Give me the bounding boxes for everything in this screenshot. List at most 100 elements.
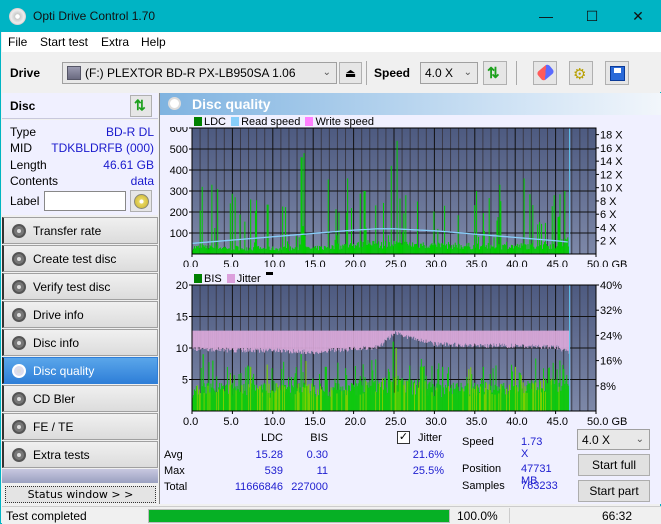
nav-cd-bler[interactable]: CD Bler — [2, 385, 158, 412]
ldc-bar — [425, 245, 427, 254]
bis-bar — [414, 383, 416, 411]
disc-header: Disc ⇅ — [2, 93, 158, 119]
nav-extra-tests[interactable]: Extra tests — [2, 441, 158, 468]
drive-select[interactable]: (F:) PLEXTOR BD-R PX-LB950SA 1.06 ⌄ — [62, 62, 337, 84]
bis-bar — [546, 391, 548, 411]
erase-button[interactable] — [533, 61, 557, 85]
bis-bar — [473, 392, 475, 411]
ldc-bar — [356, 242, 358, 254]
ldc-bar — [466, 243, 468, 254]
ldc-bar — [336, 235, 338, 254]
bis-bar — [350, 391, 352, 411]
nav-verify-test-disc[interactable]: Verify test disc — [2, 273, 158, 300]
legend-swatch-write-speed — [305, 117, 314, 126]
bis-bar — [406, 381, 408, 411]
disc-label-input[interactable] — [44, 191, 126, 211]
nav-drive-info[interactable]: Drive info — [2, 301, 158, 328]
bis-bar — [309, 393, 311, 411]
maximize-button[interactable]: ☐ — [569, 1, 615, 32]
bis-bar — [276, 383, 278, 411]
ldc-bar — [560, 241, 562, 254]
ldc-bar — [442, 243, 444, 254]
minimize-button[interactable]: — — [523, 1, 569, 32]
start-part-button[interactable]: Start part — [578, 480, 650, 502]
bis-bar — [341, 391, 343, 411]
disc-quality-panel: Disc quality LDC Read speed Write speed … — [159, 93, 661, 504]
bis-bar — [458, 392, 460, 411]
disc-contents-row: Contents data — [10, 174, 154, 190]
nav-disc-quality[interactable]: Disc quality — [2, 357, 158, 384]
ldc-bar — [340, 245, 342, 254]
ldc-bar — [465, 246, 467, 254]
bis-bar — [526, 392, 528, 411]
bis-bar — [550, 378, 552, 411]
eject-button[interactable]: ⏏ — [339, 62, 362, 84]
ldc-bar — [500, 201, 502, 254]
x-tick-label: 15.0 — [304, 416, 325, 426]
bis-bar — [201, 397, 203, 411]
bis-bar — [431, 392, 433, 411]
ldc-bar — [530, 244, 532, 254]
save-button[interactable] — [605, 61, 629, 85]
ldc-bar — [514, 245, 516, 254]
bis-bar — [436, 387, 438, 411]
ldc-bar — [324, 246, 326, 254]
bis-bar — [531, 383, 533, 411]
bis-bar — [385, 387, 387, 411]
ldc-bar — [351, 208, 353, 254]
nav-fe-te[interactable]: FE / TE — [2, 413, 158, 440]
ldc-bar — [467, 246, 469, 254]
ldc-bar — [436, 246, 438, 254]
bis-bar — [323, 392, 325, 411]
ldc-bar — [494, 248, 496, 254]
legend-marker — [265, 272, 273, 275]
bis-bar — [453, 389, 455, 411]
bis-bar — [325, 366, 327, 411]
bis-bar — [332, 386, 334, 411]
bis-bar — [492, 371, 494, 411]
close-button[interactable]: ✕ — [615, 1, 661, 32]
bis-bar — [467, 383, 469, 411]
disc-mid-row: MID TDKBLDRFB (000) — [10, 141, 154, 157]
bis-bar — [316, 396, 318, 411]
nav-create-test-disc[interactable]: Create test disc — [2, 245, 158, 272]
ldc-bar — [447, 248, 449, 254]
menu-start-test[interactable]: Start test — [40, 35, 88, 49]
bis-bar — [256, 388, 258, 411]
speed-stat-label: Speed — [462, 436, 494, 448]
ldc-bar — [479, 246, 481, 254]
bis-bar — [321, 386, 323, 411]
bis-bar — [505, 394, 507, 411]
disc-refresh-button[interactable]: ⇅ — [130, 95, 152, 117]
nav-transfer-rate[interactable]: Transfer rate — [2, 217, 158, 244]
bis-bar — [287, 387, 289, 411]
disc-label-button[interactable] — [130, 190, 152, 212]
settings-button[interactable]: ⚙ — [569, 61, 593, 85]
ldc-bar — [444, 205, 446, 254]
y-tick-label: 10 — [176, 343, 188, 355]
bis-bar — [220, 389, 222, 411]
bis-bar — [283, 391, 285, 411]
bis-bar — [514, 366, 516, 411]
ldc-bar — [329, 248, 331, 254]
status-window-button[interactable]: Status window > > — [5, 486, 156, 503]
menu-file[interactable]: File — [8, 35, 27, 49]
bis-bar — [557, 392, 559, 411]
bis-bar — [275, 390, 277, 411]
ldc-bar — [552, 243, 554, 254]
disc-length-row: Length 46.61 GB — [10, 158, 154, 174]
bis-bar — [236, 388, 238, 411]
refresh-button[interactable]: ⇅ — [483, 61, 507, 85]
jitter-checkbox[interactable]: ✓ — [397, 431, 410, 444]
nav-disc-info[interactable]: Disc info — [2, 329, 158, 356]
speed-select[interactable]: 4.0 X ⌄ — [420, 62, 478, 84]
drive-info-icon — [12, 308, 26, 322]
menu-extra[interactable]: Extra — [101, 35, 129, 49]
bis-bar — [475, 395, 477, 411]
bis-bar — [449, 387, 451, 411]
nav-label: FE / TE — [33, 420, 74, 434]
start-full-button[interactable]: Start full — [578, 454, 650, 476]
test-speed-select[interactable]: 4.0 X ⌄ — [577, 429, 650, 450]
bis-bar — [386, 393, 388, 411]
menu-help[interactable]: Help — [141, 35, 166, 49]
